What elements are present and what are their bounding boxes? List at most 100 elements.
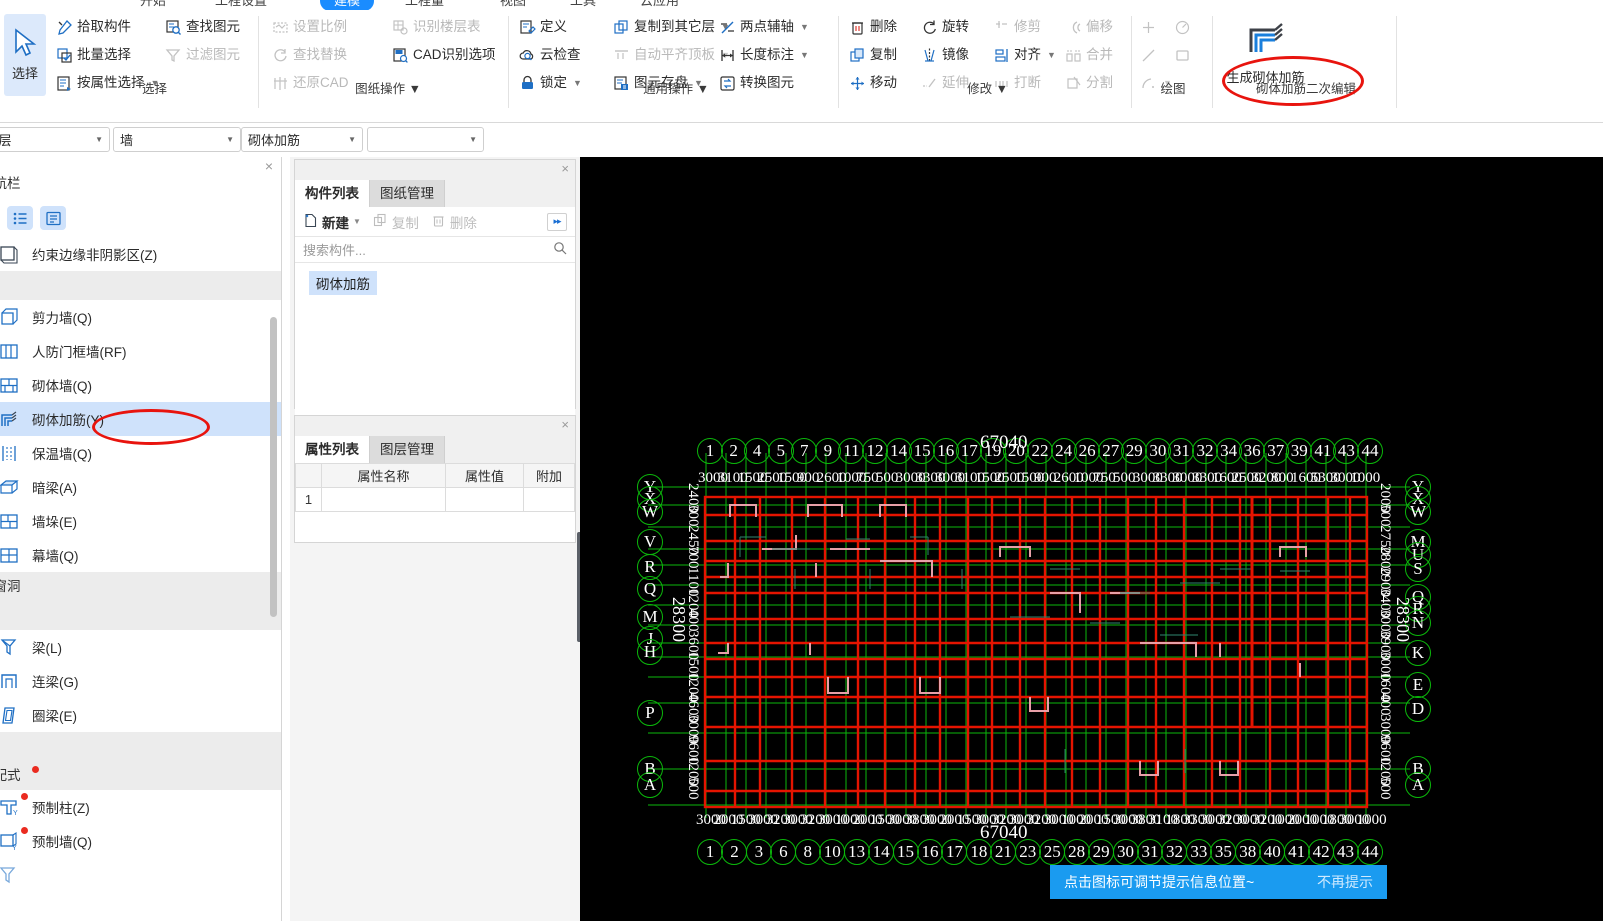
align-icon [993,47,1010,64]
ribbon-copy[interactable]: 复制 [849,42,897,68]
search-icon[interactable] [553,241,567,258]
nav-item-precast-wall[interactable]: Y 预制墙(Q) [0,824,281,858]
nav-item-hidden-beam[interactable]: 暗梁(A) [0,470,281,504]
tab-layer-management[interactable]: 图层管理 [370,436,445,463]
tab-modeling[interactable]: 建模 [320,0,375,10]
ribbon-delete[interactable]: 删除 [849,14,897,40]
select-mode-label: 选择 [11,66,38,81]
dismiss-hint-button[interactable]: 不再提示 [1317,872,1373,892]
floor-selector[interactable]: 第11层 ▼ [0,127,110,152]
ribbon-group-general-ops-label: 通用操作 ▼ [515,78,837,97]
tab-tools[interactable]: 工具 [570,0,596,10]
cell-property-name[interactable] [321,487,446,512]
nav-group-prefab: 装配式 [0,761,281,790]
delete-component-button: 删除 [431,212,477,232]
tab-drawing-management[interactable]: 图纸管理 [370,180,445,207]
detail-view-icon[interactable] [40,206,66,230]
ribbon-trim: 修剪 [993,14,1041,40]
chevron-down-icon[interactable]: ▼ [800,14,809,40]
nav-item-partial[interactable] [0,858,281,892]
wall-pier-icon [0,510,20,532]
nav-item-masonry-rebar[interactable]: 砌体加筋(Y) [0,402,281,436]
close-icon[interactable]: × [561,418,569,431]
chevron-down-icon[interactable]: ▼ [226,135,234,144]
ribbon-mirror[interactable]: 镜像 [921,42,969,68]
ribbon-batch-select[interactable]: 批量选择 [56,42,131,68]
ribbon-copy-to-other-floor-label: 复制到其它层 [634,19,715,34]
chevron-down-icon[interactable]: ▼ [996,82,1008,96]
ribbon-group-drawing-ops: 设置比例 查找替换 还原CAD 识别楼层表 CAD识别选项 图纸操作 ▼ [268,10,508,123]
merge-icon [1065,47,1082,64]
nav-item-insulation-wall[interactable]: 保温墙(Q) [0,436,281,470]
expand-toolbar-button[interactable]: ▸▸ [547,212,567,231]
nav-item-ring-beam[interactable]: 圈梁(E) [0,698,281,732]
hint-tooltip-bar[interactable]: 点击图标可调节提示信息位置~ 不再提示 [1050,865,1387,899]
tab-view[interactable]: 视图 [500,0,526,10]
nav-item-civil-defense-wall[interactable]: 人防门框墙(RF) [0,334,281,368]
nav-item-curtain-wall[interactable]: 幕墙(Q) [0,538,281,572]
ribbon-copy-to-other-floor[interactable]: 复制到其它层 ▼ [613,14,730,40]
tab-quantity[interactable]: 工程量 [405,0,444,10]
nav-item-label: 墙垛(E) [32,515,77,530]
component-type-selector[interactable]: 砌体加筋 ▼ [241,127,363,152]
chevron-down-icon[interactable]: ▼ [348,135,356,144]
chevron-down-icon[interactable]: ▼ [353,217,361,226]
generate-masonry-rebar-icon [1245,18,1287,61]
ribbon-trim-label: 修剪 [1014,19,1041,34]
cad-drawing-canvas[interactable]: 1 2 4 5 7 9 11 12 14 15 16 17 19 20 22 24 26 27 29 30 31 32 34… [580,157,1603,921]
nav-item-coupling-beam[interactable]: 连梁(G) [0,664,281,698]
chevron-down-icon[interactable]: ▼ [409,82,421,96]
ribbon-rotate[interactable]: 旋转 [921,14,969,40]
chevron-down-icon[interactable]: ▼ [800,42,809,68]
tab-start[interactable]: 开始 [140,0,166,10]
chevron-down-icon[interactable]: ▼ [697,82,709,96]
nav-item-constrained-edge-zone[interactable]: 约束边缘非阴影区(Z) [0,237,281,271]
ribbon-copy-label: 复制 [870,47,897,62]
new-badge-dot [21,827,28,834]
tab-component-list[interactable]: 构件列表 [295,180,370,207]
select-mode-button[interactable]: 选择 [4,14,46,96]
precast-column-icon: Y [0,796,20,818]
list-view-icon[interactable] [7,206,33,230]
component-name-selector[interactable]: ▼ [367,127,484,152]
chevron-down-icon[interactable]: ▼ [95,135,103,144]
close-icon[interactable]: × [561,162,569,175]
tab-property-list[interactable]: 属性列表 [295,436,370,463]
ribbon-align[interactable]: 对齐 ▼ [993,42,1056,68]
tab-cloud-apps[interactable]: 云应用 [640,0,679,10]
ribbon-two-point-axis[interactable]: 两点辅轴 ▼ [719,14,809,40]
generate-masonry-rebar-button[interactable]: 生成砌体加筋 [1173,14,1358,100]
ribbon-cloud-check[interactable]: 云检查 [519,42,581,68]
ribbon-find-element[interactable]: 查找图元 [165,14,240,40]
ribbon-find-replace-label: 查找替换 [293,47,347,62]
navigation-scrollbar[interactable] [270,317,277,617]
table-row[interactable]: 1 [295,487,575,512]
ribbon-define[interactable]: 定义 [519,14,567,40]
nav-item-beam[interactable]: 梁(L) [0,630,281,664]
nav-item-precast-column[interactable]: Y 预制柱(Z) [0,790,281,824]
nav-item-wall-pier[interactable]: 墙垛(E) [0,504,281,538]
list-item[interactable]: 砌体加筋 [309,271,377,295]
ribbon-rotate-label: 旋转 [942,19,969,34]
shear-wall-icon [0,306,20,328]
navigation-panel-title: 导航栏 [0,176,21,191]
ribbon-draw-line [1140,42,1157,68]
chevron-down-icon[interactable]: ▼ [469,135,477,144]
new-component-button[interactable]: 新建 ▼ [303,212,361,232]
ribbon-pick-element[interactable]: 拾取构件 [56,14,131,40]
component-search-row[interactable]: 搜索构件... [295,237,575,263]
nav-item-shear-wall[interactable]: 剪力墙(Q) [0,300,281,334]
cell-extra[interactable] [523,487,575,512]
ribbon-cad-options[interactable]: CAD识别选项 [392,42,496,68]
nav-item-masonry-wall[interactable]: 砌体墙(Q) [0,368,281,402]
category-selector[interactable]: 墙 ▼ [113,127,241,152]
chevron-down-icon[interactable]: ▼ [1047,42,1056,68]
search-input[interactable]: 搜索构件... [303,240,553,259]
svg-text:Y: Y [12,845,17,852]
cell-property-value[interactable] [445,487,524,512]
ribbon-length-dimension[interactable]: 长度标注 ▼ [719,42,809,68]
ribbon-set-scale-label: 设置比例 [293,19,347,34]
ribbon-merge: 合并 [1065,42,1113,68]
hidden-beam-icon [0,476,20,498]
tab-settings[interactable]: 工程设置 [215,0,267,10]
